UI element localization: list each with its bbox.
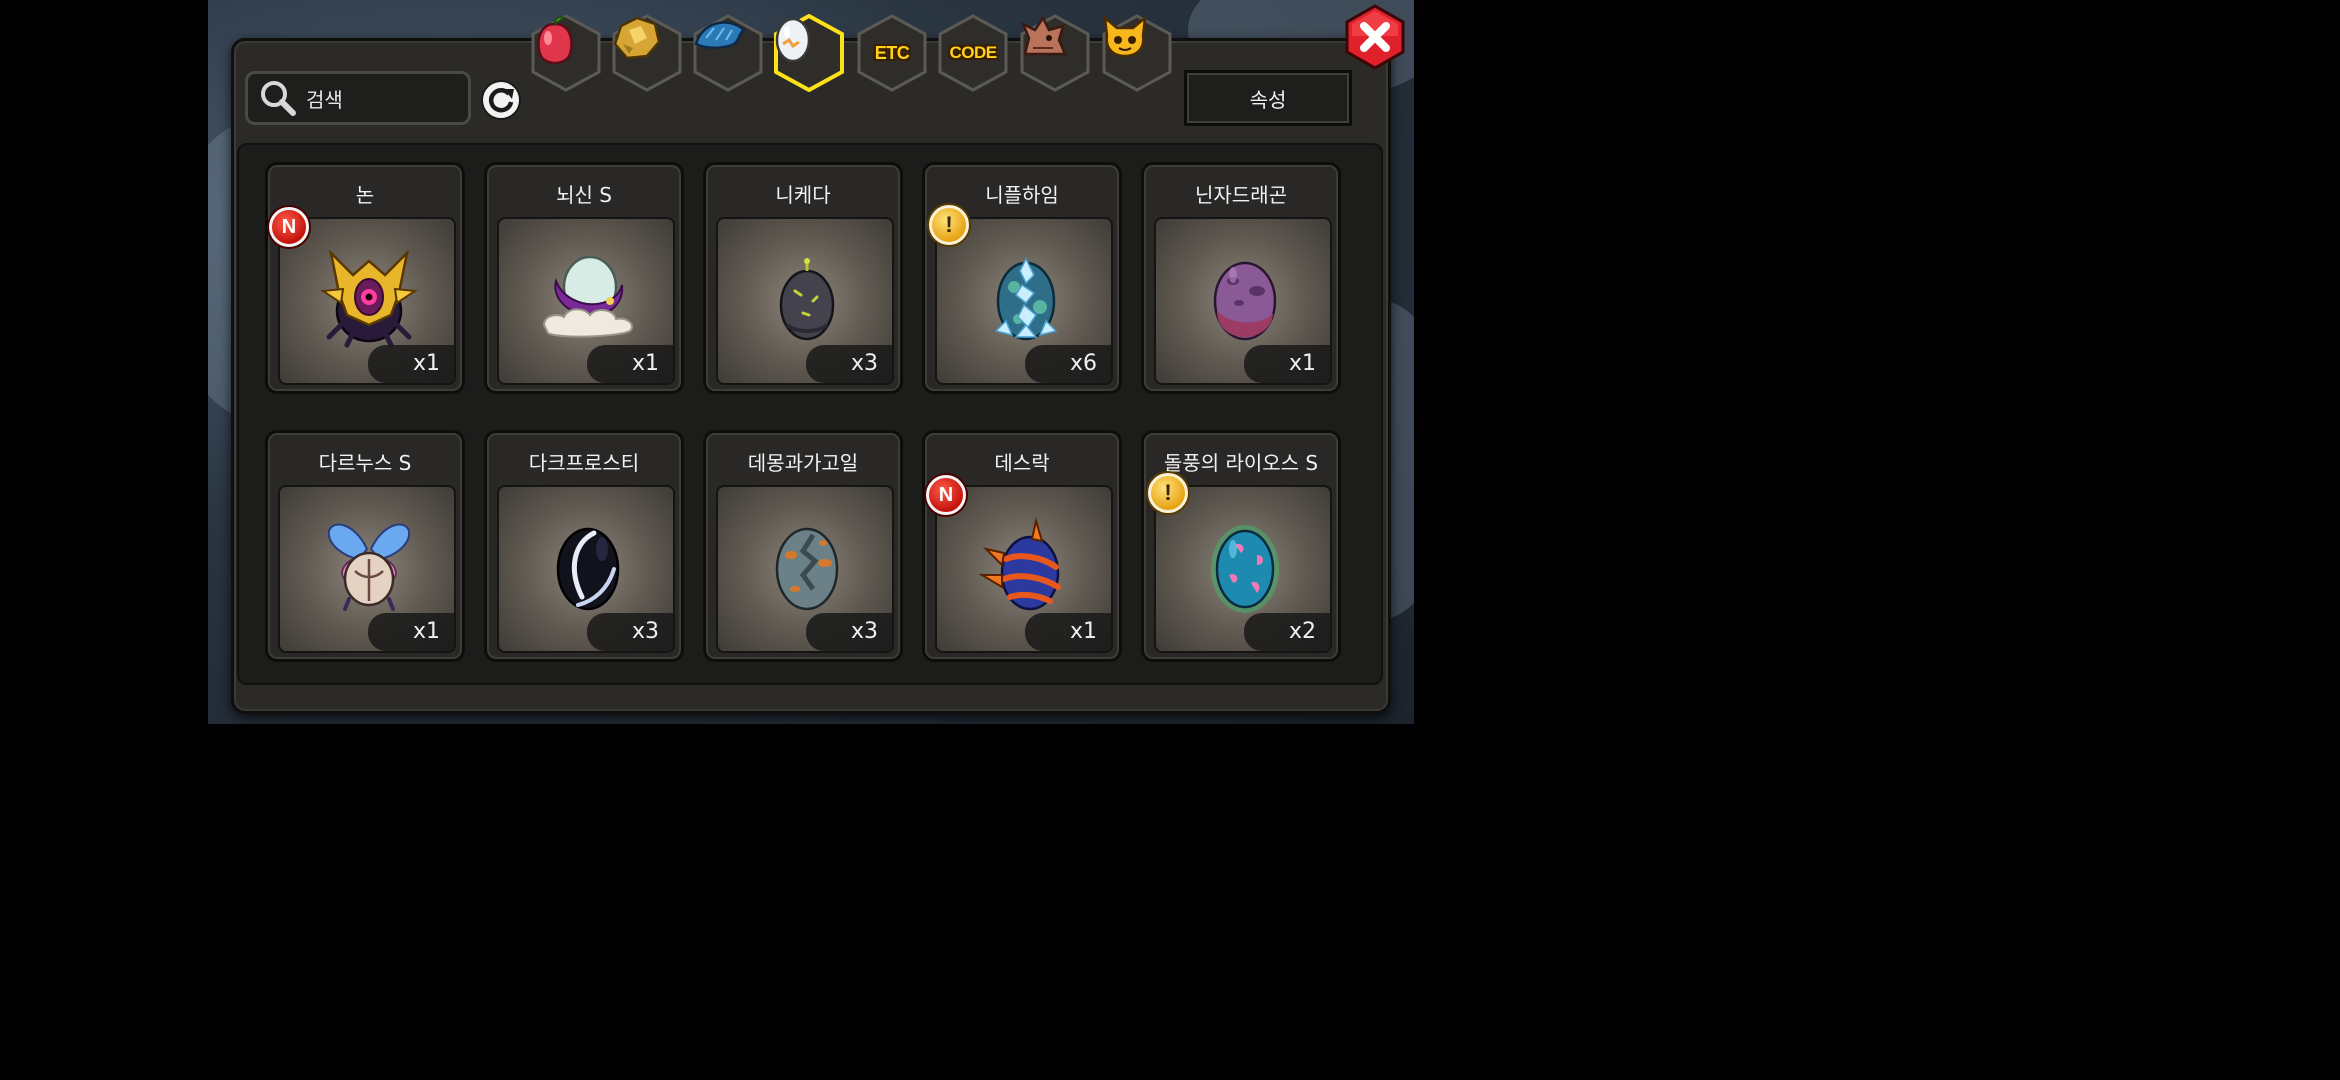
tab-fruit[interactable]	[530, 14, 602, 92]
item-name: 데스락	[994, 451, 1050, 475]
item-count: x1	[1025, 613, 1111, 651]
item-card-dark-frosty[interactable]: 다크프로스티 x3	[484, 430, 684, 662]
item-count: x3	[806, 613, 892, 651]
blue-spiked-egg-icon	[978, 517, 1061, 611]
item-card-gale-raios-s[interactable]: 돌풍의 라이오스 S x2 !	[1141, 430, 1341, 662]
gold-horned-egg-icon	[320, 249, 418, 348]
teal-pink-egg-icon	[1211, 525, 1279, 613]
blue-wing-icon	[692, 14, 764, 92]
tab-dragon[interactable]	[1019, 14, 1091, 92]
item-name: 니케다	[775, 183, 831, 207]
item-count: x1	[1244, 345, 1330, 383]
item-count: x1	[368, 613, 454, 651]
item-card-non[interactable]: 논 x1 N	[265, 162, 465, 394]
item-card-noesin-s[interactable]: 뇌신 S x1	[484, 162, 684, 394]
item-name: 다르누스 S	[318, 451, 412, 475]
search-placeholder: 검색	[306, 87, 343, 112]
tab-gold[interactable]	[611, 14, 683, 92]
tab-etc[interactable]: ETC	[856, 14, 928, 92]
tab-mascot[interactable]	[1101, 14, 1173, 92]
item-card-ninja-dragon[interactable]: 닌자드래곤 x1	[1141, 162, 1341, 394]
refresh-icon	[481, 80, 521, 120]
item-card-darnus-s[interactable]: 다르누스 S x1	[265, 430, 465, 662]
alert-badge-icon: !	[929, 205, 969, 245]
item-name: 니플하임	[985, 183, 1059, 207]
purple-spotted-egg-icon	[1213, 261, 1277, 341]
butterfly-wing-egg-icon	[327, 523, 411, 611]
red-fruit-icon	[530, 14, 602, 92]
new-badge-icon: N	[926, 475, 966, 515]
item-name: 닌자드래곤	[1195, 183, 1287, 207]
attribute-button[interactable]: 속성	[1184, 70, 1352, 126]
search-input[interactable]: 검색	[245, 71, 471, 125]
egg-icon	[773, 14, 845, 92]
item-count: x3	[587, 613, 673, 651]
gold-ore-icon	[611, 14, 683, 92]
close-icon	[1345, 4, 1405, 70]
item-card-niflheim[interactable]: 니플하임 x6 !	[922, 162, 1122, 394]
item-name: 다크프로스티	[528, 451, 640, 475]
search-icon	[261, 81, 296, 116]
refresh-button[interactable]	[480, 79, 522, 121]
tab-etc-label: ETC	[874, 42, 910, 63]
game-screen: ETC CODE 검색 속성 논 x1 N 뇌신 S x1 니케다 x3 니플하…	[0, 0, 1568, 724]
item-card-nikeda[interactable]: 니케다 x3	[703, 162, 903, 394]
dragon-head-icon	[1019, 14, 1091, 92]
new-badge-icon: N	[269, 207, 309, 247]
item-count: x1	[587, 345, 673, 383]
item-count: x1	[368, 345, 454, 383]
tab-egg[interactable]	[773, 14, 845, 92]
item-name: 논	[355, 183, 375, 207]
item-card-deathlock[interactable]: 데스락 x1 N	[922, 430, 1122, 662]
item-card-demon-and-gargoyle[interactable]: 데몽과가고일 x3	[703, 430, 903, 662]
item-name: 데몽과가고일	[747, 451, 859, 475]
item-count: x6	[1025, 345, 1111, 383]
tab-wing[interactable]	[692, 14, 764, 92]
tab-code[interactable]: CODE	[937, 14, 1009, 92]
tab-code-label: CODE	[949, 43, 997, 62]
item-name: 돌풍의 라이오스 S	[1163, 451, 1319, 475]
yellow-mascot-icon	[1101, 14, 1173, 92]
item-name: 뇌신 S	[556, 183, 612, 207]
dark-gray-egg-icon	[779, 258, 835, 341]
black-swirl-egg-icon	[556, 527, 620, 611]
close-button[interactable]	[1344, 4, 1406, 70]
alert-badge-icon: !	[1148, 473, 1188, 513]
gray-orange-egg-icon	[775, 527, 839, 611]
item-count: x3	[806, 345, 892, 383]
ice-crystal-egg-icon	[994, 257, 1058, 341]
item-count: x2	[1244, 613, 1330, 651]
cloud-egg-icon	[542, 255, 634, 338]
